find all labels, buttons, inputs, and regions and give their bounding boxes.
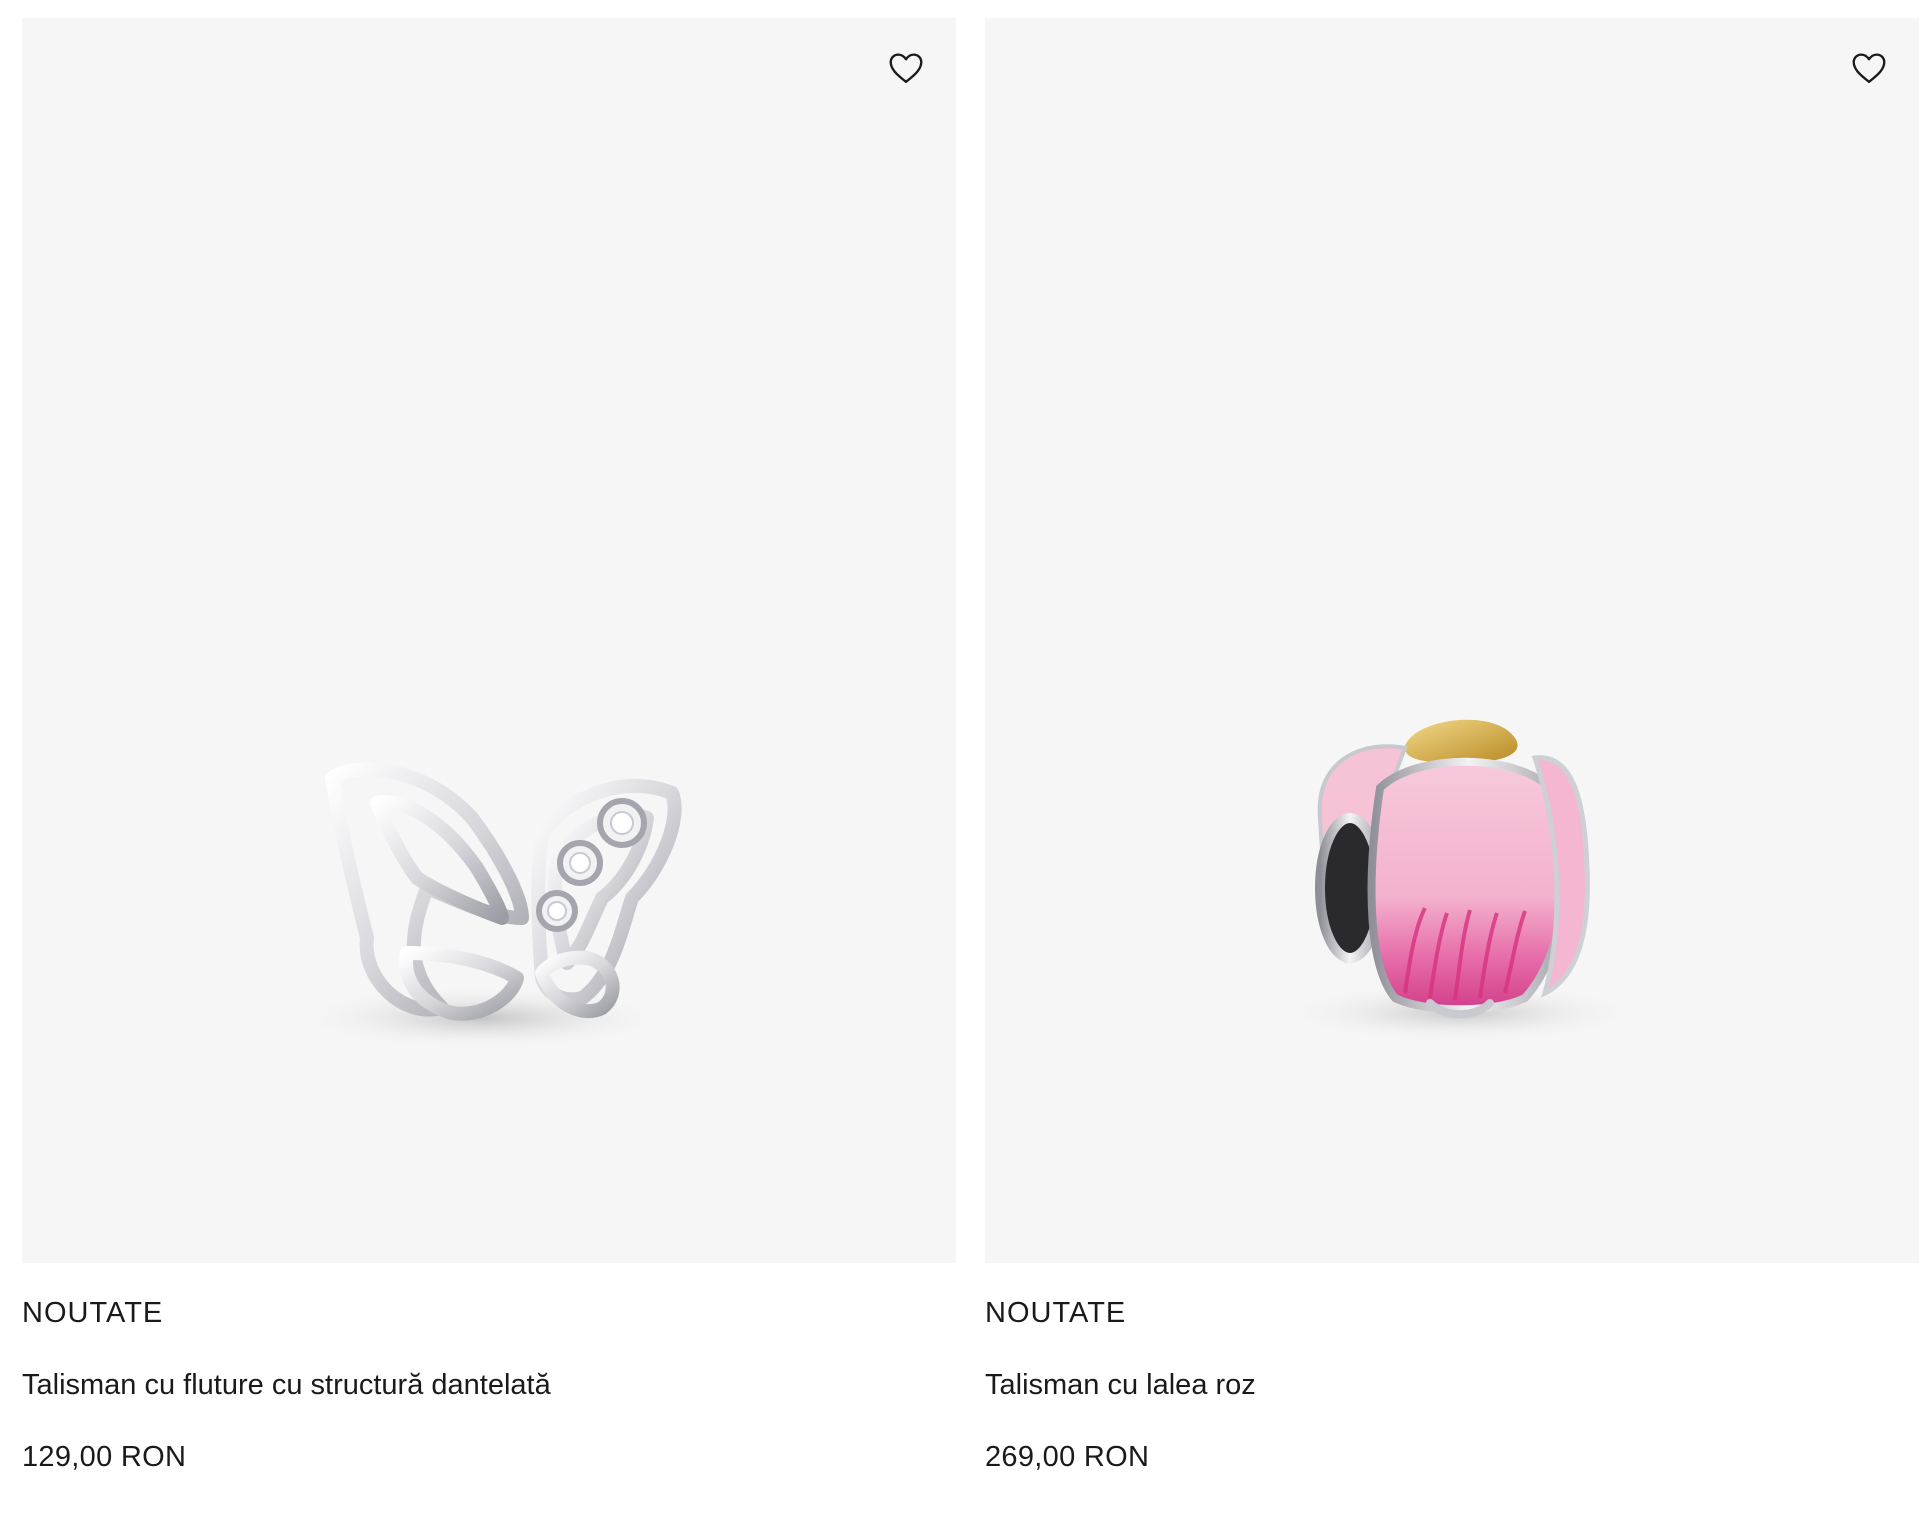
product-badge: NOUTATE: [22, 1297, 164, 1329]
product-grid: NOUTATE Talisman cu fluture cu structură…: [22, 18, 1920, 1477]
butterfly-charm-image[interactable]: [22, 18, 956, 1263]
product-price: 269,00 RON: [985, 1441, 1150, 1473]
product-price: 129,00 RON: [22, 1441, 187, 1473]
wishlist-button[interactable]: [1849, 48, 1889, 88]
pink-tulip-charm-image[interactable]: [985, 18, 1919, 1263]
product-image-tile[interactable]: [985, 18, 1919, 1263]
heart-outline-icon: [889, 53, 923, 83]
product-name-link[interactable]: Talisman cu lalea roz: [985, 1365, 1919, 1405]
product-card[interactable]: NOUTATE Talisman cu fluture cu structură…: [22, 18, 956, 1477]
product-badge: NOUTATE: [985, 1297, 1127, 1329]
heart-outline-icon: [1852, 53, 1886, 83]
product-image-tile[interactable]: [22, 18, 956, 1263]
product-card[interactable]: NOUTATE Talisman cu lalea roz 269,00 RON: [985, 18, 1919, 1477]
wishlist-button[interactable]: [886, 48, 926, 88]
product-name-link[interactable]: Talisman cu fluture cu structură dantela…: [22, 1365, 956, 1405]
